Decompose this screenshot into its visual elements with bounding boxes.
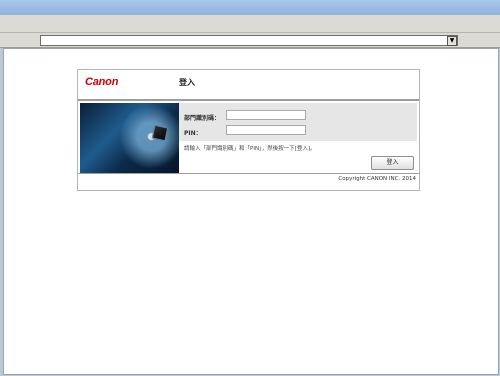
login-panel: Canon 登入 部門識別碼： PIN： 請輸入「部門識別碼」和「PIN」，然後… — [77, 69, 420, 191]
login-form: 部門識別碼： PIN： — [179, 103, 417, 141]
cube-graphic — [151, 124, 169, 142]
canon-logo: Canon — [85, 76, 119, 88]
login-banner-image — [80, 103, 179, 173]
pin-label: PIN： — [184, 130, 202, 137]
login-button[interactable]: 登入 — [371, 156, 414, 170]
page-viewport: Canon 登入 部門識別碼： PIN： 請輸入「部門識別碼」和「PIN」，然後… — [3, 48, 499, 375]
login-instruction: 請輸入「部門識別碼」和「PIN」，然後按一下[登入]。 — [184, 146, 316, 152]
browser-address-bar: ▼ — [0, 33, 500, 48]
login-header: Canon 登入 — [78, 70, 419, 101]
browser-menubar — [0, 15, 500, 33]
address-input[interactable] — [40, 35, 458, 46]
dropdown-arrow-icon[interactable]: ▼ — [447, 36, 457, 46]
department-id-input[interactable] — [226, 110, 306, 120]
pin-input[interactable] — [226, 125, 306, 135]
page-title: 登入 — [179, 78, 195, 87]
copyright-text: Copyright CANON INC. 2014 — [338, 176, 416, 182]
department-id-label: 部門識別碼： — [184, 115, 221, 122]
footer-divider — [78, 173, 419, 174]
browser-titlebar — [0, 0, 500, 16]
